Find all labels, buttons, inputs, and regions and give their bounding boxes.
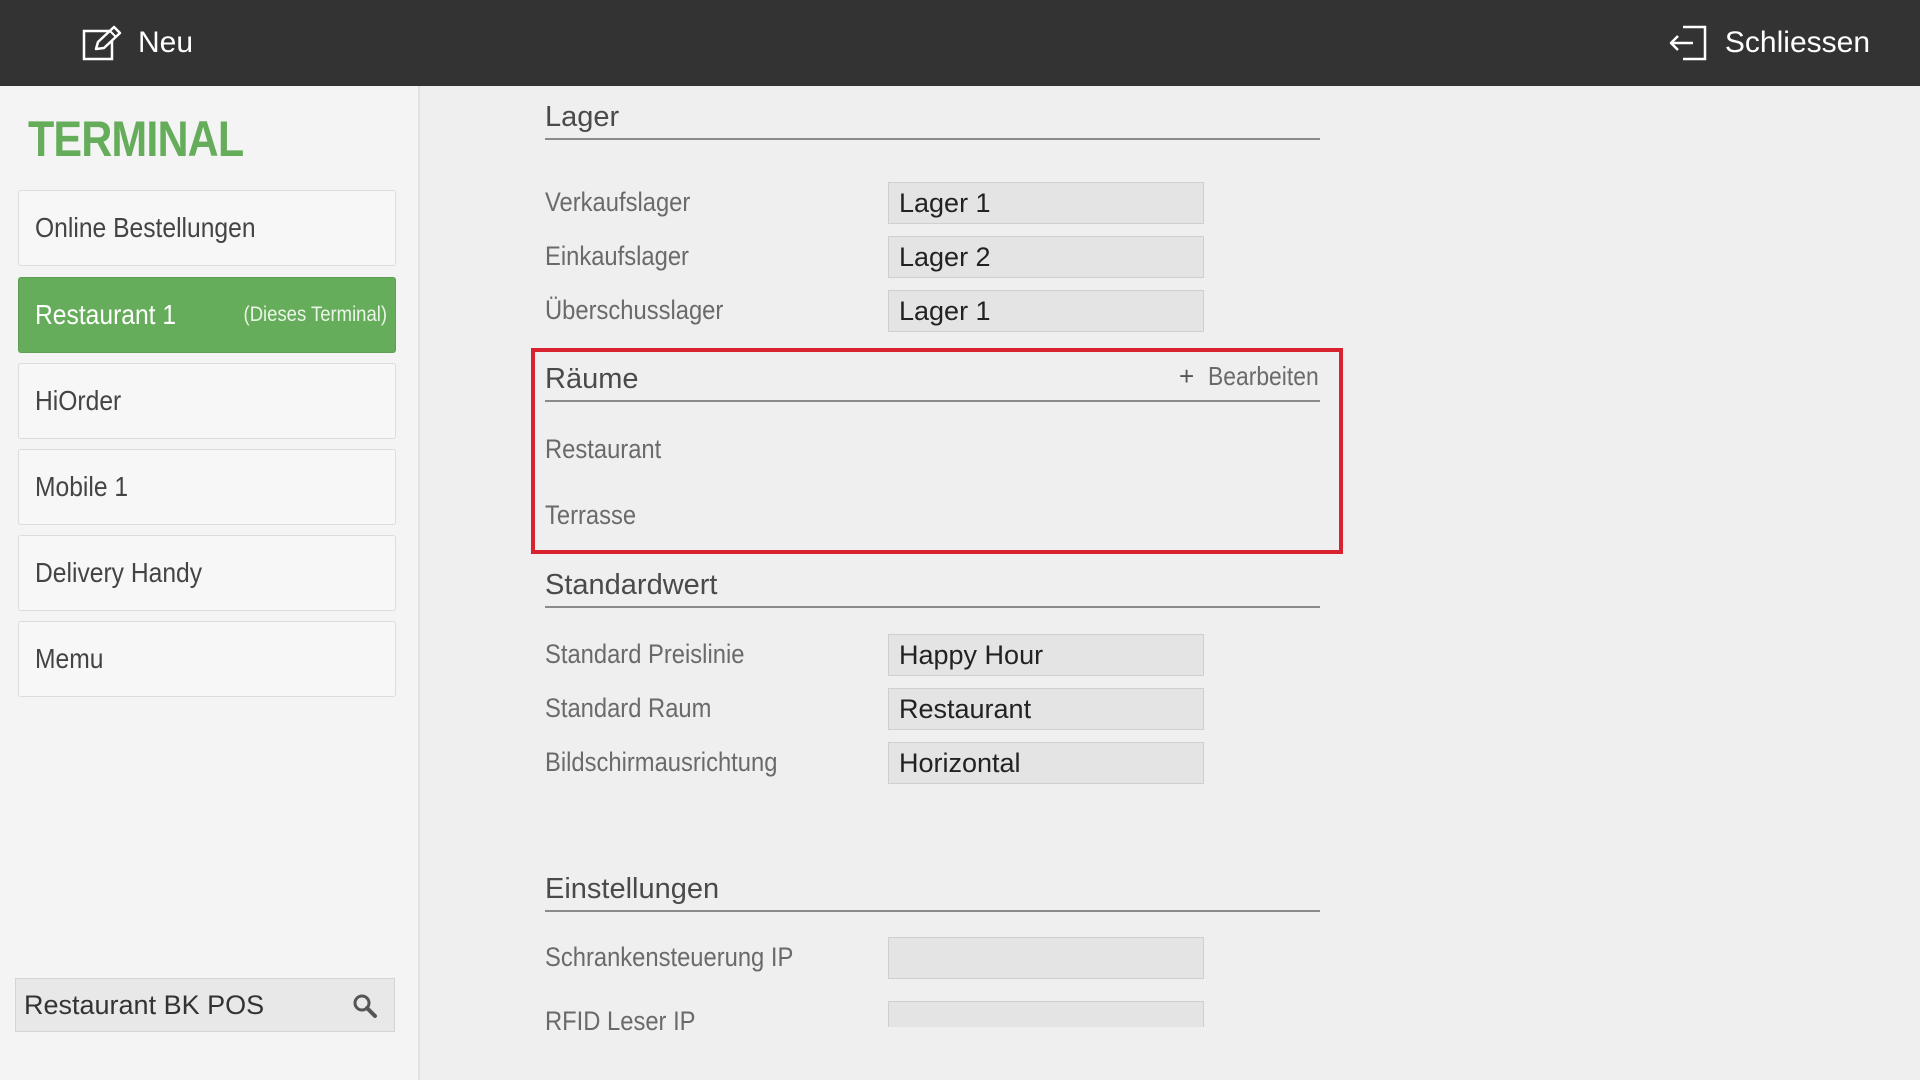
sidebar-item-label: Restaurant 1 xyxy=(35,299,177,330)
close-button[interactable]: Schliessen xyxy=(1667,0,1870,86)
bildschirmausrichtung-select[interactable]: Horizontal xyxy=(888,742,1204,784)
standard-raum-select[interactable]: Restaurant xyxy=(888,688,1204,730)
sidebar-item-label: HiOrder xyxy=(35,385,122,416)
edit-label: Bearbeiten xyxy=(1208,360,1319,391)
sidebar-item-delivery-handy[interactable]: Delivery Handy xyxy=(18,535,396,611)
room-item-restaurant[interactable]: Restaurant xyxy=(545,434,661,465)
room-item-terrasse[interactable]: Terrasse xyxy=(545,500,636,531)
field-label: RFID Leser IP xyxy=(545,1006,696,1036)
field-label: Einkaufslager xyxy=(545,241,689,271)
section-title: Standardwert xyxy=(545,569,718,601)
section-title: Einstellungen xyxy=(545,873,720,905)
field-label: Bildschirmausrichtung xyxy=(545,747,778,777)
sidebar-item-label: Mobile 1 xyxy=(35,471,129,502)
schrankensteuerung-ip-field[interactable] xyxy=(888,937,1204,979)
section-standardwert-header: Standardwert xyxy=(545,558,1320,608)
sidebar: TERMINAL Online Bestellungen Restaurant … xyxy=(0,86,420,1080)
section-einstellungen-header: Einstellungen xyxy=(545,862,1320,912)
sidebar-item-hiorder[interactable]: HiOrder xyxy=(18,363,396,439)
sidebar-title: TERMINAL xyxy=(28,111,244,167)
search-icon[interactable] xyxy=(352,993,378,1024)
section-lager-header: Lager xyxy=(545,90,1320,140)
sidebar-item-sublabel: (Dieses Terminal) xyxy=(243,303,387,326)
field-label: Standard Raum xyxy=(545,693,712,723)
search-input[interactable] xyxy=(16,988,346,1022)
sidebar-item-restaurant-1[interactable]: Restaurant 1 (Dieses Terminal) xyxy=(18,277,396,353)
top-bar: Neu Schliessen xyxy=(0,0,1920,86)
field-label: Überschusslager xyxy=(545,295,724,325)
rfid-leser-ip-field[interactable] xyxy=(888,1001,1204,1027)
einkaufslager-select[interactable]: Lager 2 xyxy=(888,236,1204,278)
sidebar-item-memu[interactable]: Memu xyxy=(18,621,396,697)
field-label: Schrankensteuerung IP xyxy=(545,942,794,972)
verkaufslager-select[interactable]: Lager 1 xyxy=(888,182,1204,224)
sidebar-item-online-bestellungen[interactable]: Online Bestellungen xyxy=(18,190,396,266)
terminal-settings-panel: Lager Verkaufslager Lager 1 Einkaufslage… xyxy=(420,86,1920,1080)
plus-icon: + xyxy=(1179,360,1195,391)
section-title: Lager xyxy=(545,101,620,133)
edit-rooms-button[interactable]: + Bearbeiten xyxy=(1179,352,1334,400)
standard-preislinie-select[interactable]: Happy Hour xyxy=(888,634,1204,676)
sidebar-item-label: Delivery Handy xyxy=(35,557,203,588)
sidebar-item-label: Memu xyxy=(35,643,104,674)
ueberschusslager-select[interactable]: Lager 1 xyxy=(888,290,1204,332)
section-title: Räume xyxy=(545,363,639,395)
section-raeume-header: Räume + Bearbeiten xyxy=(545,352,1320,402)
sidebar-item-label: Online Bestellungen xyxy=(35,212,256,243)
close-label: Schliessen xyxy=(1724,26,1870,59)
terminal-search xyxy=(15,978,395,1032)
new-button[interactable]: Neu xyxy=(82,0,193,86)
new-label: Neu xyxy=(138,26,194,59)
edit-icon xyxy=(82,25,122,61)
field-label: Standard Preislinie xyxy=(545,639,745,669)
sidebar-item-mobile-1[interactable]: Mobile 1 xyxy=(18,449,396,525)
exit-icon xyxy=(1667,24,1709,62)
field-label: Verkaufslager xyxy=(545,187,691,217)
